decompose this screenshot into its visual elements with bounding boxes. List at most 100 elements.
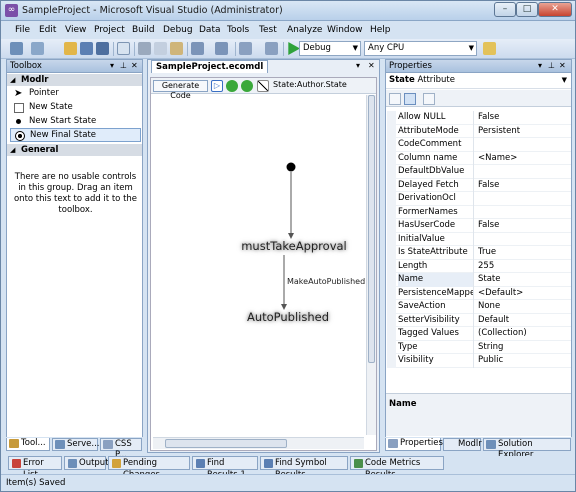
tab-label: Modlr [458,439,482,449]
tab-error-list[interactable]: Error List [8,456,62,480]
property-value[interactable]: None [478,300,570,313]
properties-icon [388,439,398,448]
property-row[interactable]: DerivationOcl [387,192,571,206]
right-panel-tabs: Properties Modlr Solution Explorer [385,437,572,460]
output-icon [68,459,77,468]
property-row[interactable]: CodeComment [387,138,571,152]
dropdown-icon[interactable]: ▾ [538,60,542,72]
row-gutter [387,354,396,368]
tab-label: Properties [400,438,443,448]
property-name: SetterVisibility [398,313,474,327]
property-row[interactable]: Type String [387,340,571,354]
property-row[interactable]: Column name <Name> [387,151,571,165]
state-auto-published[interactable]: AutoPublished [241,309,335,325]
property-row[interactable]: Visibility Public [387,354,571,368]
tab-modlr[interactable]: Modlr [443,438,482,451]
property-row[interactable]: AttributeMode Persistent [387,124,571,138]
property-value[interactable]: False [478,111,570,124]
property-value[interactable]: Public [478,354,570,367]
row-gutter [387,124,396,138]
tab-pending-changes[interactable]: Pending Changes [108,456,190,480]
output-tabs: Error List Output Pending Changes Find R… [6,456,572,480]
property-value[interactable]: False [478,179,570,192]
property-row[interactable]: SaveAction None [387,300,571,314]
property-row[interactable]: Is StateAttribute True [387,246,571,260]
property-description: Name [386,393,571,436]
row-gutter [387,246,396,260]
property-name: DerivationOcl [398,192,474,206]
horizontal-scrollbar[interactable] [153,437,364,449]
property-row[interactable]: Tagged Values (Collection) [387,327,571,341]
property-name: Visibility [398,354,474,368]
property-value[interactable]: State [478,273,570,286]
object-selector[interactable]: State Attribute ▼ [386,73,571,89]
row-gutter [387,286,396,300]
pin-icon[interactable]: ⊥ [548,60,555,72]
close-icon[interactable]: ✕ [559,60,566,72]
tab-code-metrics-results[interactable]: Code Metrics Results [350,456,444,480]
property-name: AttributeMode [398,124,474,138]
property-value[interactable]: True [478,246,570,259]
selected-object-name: State [389,75,415,85]
tab-output[interactable]: Output [64,456,109,470]
tab-find-results-1[interactable]: Find Results 1 [192,456,258,480]
tab-solution-explorer[interactable]: Solution Explorer [483,438,571,460]
property-name: Delayed Fetch [398,178,474,192]
row-gutter [387,219,396,233]
row-gutter [387,151,396,165]
property-row[interactable]: PersistenceMapper <Default> [387,286,571,300]
property-pages-icon[interactable] [423,93,435,105]
property-name: FormerNames [398,205,474,219]
row-gutter [387,232,396,246]
property-value[interactable]: (Collection) [478,327,570,340]
property-row[interactable]: Allow NULL False [387,111,571,125]
property-row[interactable]: InitialValue [387,232,571,246]
transition-label: MakeAutoPublished [287,277,366,286]
property-value[interactable]: Persistent [478,125,570,138]
property-name: SaveAction [398,300,474,314]
selected-object-type: Attribute [417,75,455,85]
tab-find-symbol-results[interactable]: Find Symbol Results [260,456,348,480]
start-state-node[interactable] [286,162,296,172]
row-gutter [387,178,396,192]
status-bar: Item(s) Saved [1,474,575,491]
error-list-icon [12,459,21,468]
property-row[interactable]: Delayed Fetch False [387,178,571,192]
property-row[interactable]: DefaultDbValue [387,165,571,179]
property-row[interactable]: Name State [387,273,571,287]
row-gutter [387,259,396,273]
categorized-icon[interactable] [389,93,401,105]
property-value[interactable]: <Name> [478,152,570,165]
property-row[interactable]: Length 255 [387,259,571,273]
alphabetical-icon[interactable] [404,93,416,105]
state-must-take-approval[interactable]: mustTakeApproval [239,238,349,254]
row-gutter [387,111,396,125]
property-value[interactable]: False [478,219,570,232]
property-name: Allow NULL [398,111,474,125]
find-symbol-icon [264,459,273,468]
description-title: Name [389,399,417,409]
tab-properties[interactable]: Properties [385,438,443,451]
row-gutter [387,192,396,206]
status-text: Item(s) Saved [6,478,66,488]
property-value[interactable]: String [478,341,570,354]
solution-explorer-icon [486,440,496,449]
property-name: CodeComment [398,138,474,152]
property-name: InitialValue [398,232,474,246]
vs-window: ∞ SampleProject - Microsoft Visual Studi… [0,0,576,492]
vertical-scrollbar[interactable] [366,95,376,435]
properties-toolbar [386,90,571,107]
property-name: Column name [398,151,474,165]
row-gutter [387,313,396,327]
scroll-thumb[interactable] [368,95,375,363]
property-value[interactable]: Default [478,314,570,327]
property-row[interactable]: FormerNames [387,205,571,219]
property-name: PersistenceMapper [398,286,474,300]
row-gutter [387,138,396,152]
property-value[interactable]: 255 [478,260,570,273]
property-row[interactable]: SetterVisibility Default [387,313,571,327]
tab-label: Output [79,458,109,468]
scroll-thumb[interactable] [165,439,287,448]
property-value[interactable]: <Default> [478,287,570,300]
property-row[interactable]: HasUserCode False [387,219,571,233]
